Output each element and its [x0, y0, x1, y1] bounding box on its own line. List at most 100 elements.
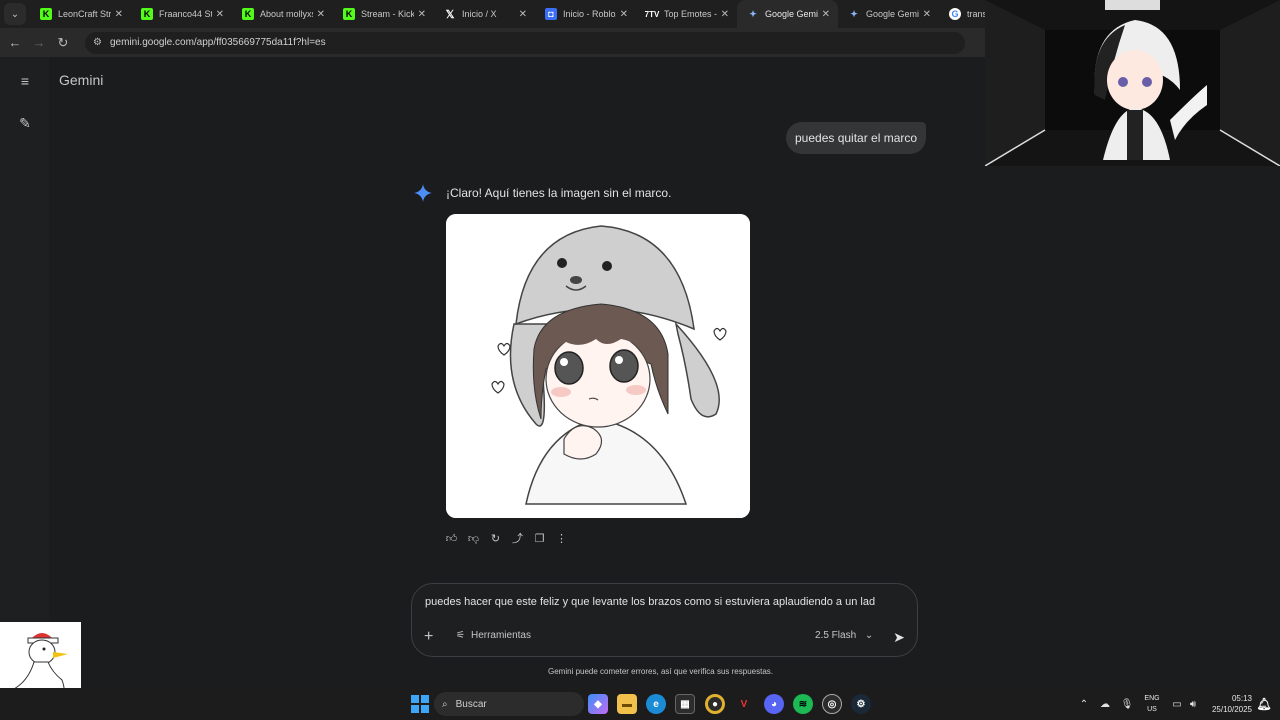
- file-explorer-icon[interactable]: ▬: [617, 694, 637, 714]
- tab-3[interactable]: K Stream - Kick D ✕: [333, 0, 434, 28]
- steam-icon[interactable]: ⚙: [851, 694, 871, 714]
- thumbs-down-icon[interactable]: 👎︎: [467, 532, 480, 546]
- tab-title: Top Emotes - 7: [664, 9, 717, 19]
- tab-title: Inicio / X: [462, 9, 497, 19]
- app-brand[interactable]: Gemini: [59, 72, 103, 88]
- close-icon[interactable]: ✕: [216, 9, 224, 20]
- roblox-icon: ◘: [545, 8, 557, 20]
- network-icon: ▭: [1172, 698, 1182, 710]
- close-icon[interactable]: ✕: [115, 9, 123, 20]
- close-icon[interactable]: ✕: [923, 9, 931, 20]
- side-rail: ≡ ✎: [0, 57, 49, 623]
- tab-2[interactable]: K About mollyxs ✕: [232, 0, 333, 28]
- 7tv-icon: 7TV: [644, 9, 660, 19]
- clock-date: 25/10/2025: [1211, 705, 1252, 714]
- tab-5[interactable]: ◘ Inicio - Roblox ✕: [535, 0, 636, 28]
- tab-search-button[interactable]: ⌄: [4, 3, 26, 25]
- edge-icon[interactable]: e: [646, 694, 666, 714]
- quick-settings[interactable]: ▭ 🔊︎: [1170, 688, 1202, 720]
- anime-avatar-image: [985, 0, 1280, 166]
- close-icon[interactable]: ✕: [620, 9, 628, 20]
- tools-button[interactable]: ⚟ Herramientas: [456, 630, 531, 641]
- notification-bell-icon[interactable]: 🔔︎: [1254, 694, 1274, 714]
- tab-6[interactable]: 7TV Top Emotes - 7 ✕: [636, 0, 737, 28]
- tools-label: Herramientas: [470, 630, 531, 641]
- back-icon[interactable]: ←: [3, 35, 27, 50]
- tab-0[interactable]: K LeonCraft Stre ✕: [30, 0, 131, 28]
- tab-1[interactable]: K Fraanco44 Stre ✕: [131, 0, 232, 28]
- discord-icon[interactable]: ◕: [764, 694, 784, 714]
- lang-code: ENG: [1144, 695, 1160, 702]
- onedrive-icon[interactable]: ☁: [1092, 699, 1118, 710]
- system-tray: ⌃ ☁ 🎙︎: [1076, 688, 1136, 720]
- tab-title: About mollyxs: [260, 9, 313, 19]
- girl-seal-hat-illustration: [446, 214, 750, 518]
- send-icon: ➤: [893, 628, 905, 645]
- search-label: Buscar: [455, 698, 487, 710]
- close-icon[interactable]: ✕: [822, 9, 830, 20]
- tab-title: Google Gemini: [866, 9, 919, 19]
- app-v-icon[interactable]: V: [734, 694, 754, 714]
- screen: ⌄ K LeonCraft Stre ✕ K Fraanco44 Stre ✕ …: [0, 0, 1280, 720]
- obs-icon[interactable]: ◎: [822, 694, 842, 714]
- gemini-icon: ✦: [749, 8, 757, 19]
- search-icon: ⌕: [442, 698, 448, 710]
- model-label: 2.5 Flash: [815, 630, 857, 641]
- forward-icon[interactable]: →: [27, 35, 51, 50]
- tab-8[interactable]: ✦ Google Gemini ✕: [838, 0, 939, 28]
- kick-icon: K: [343, 8, 355, 20]
- send-button[interactable]: ➤: [886, 624, 912, 650]
- close-icon[interactable]: ✕: [519, 9, 527, 20]
- chevron-up-icon[interactable]: ⌃: [1076, 699, 1092, 710]
- tab-title: LeonCraft Stre: [58, 9, 111, 19]
- disclaimer: Gemini puede cometer errores, así que ve…: [548, 667, 773, 676]
- tab-7[interactable]: ✦ Google Gemini ✕: [737, 0, 838, 28]
- gemini-spark-icon: [414, 184, 432, 202]
- close-icon[interactable]: ✕: [418, 9, 426, 20]
- menu-icon[interactable]: ≡: [16, 73, 34, 91]
- windows-start-icon[interactable]: [410, 694, 430, 714]
- share-icon[interactable]: ⤴: [511, 532, 524, 546]
- clock-time: 05:13: [1231, 694, 1252, 703]
- new-chat-icon[interactable]: ✎: [16, 115, 34, 133]
- reply-actions: 👍︎ 👎︎ ↻ ⤴ ❐ ⋮: [445, 532, 568, 546]
- close-icon[interactable]: ✕: [721, 9, 729, 20]
- site-info-icon[interactable]: ⚙: [93, 37, 102, 48]
- close-icon[interactable]: ✕: [317, 9, 325, 20]
- copilot-icon[interactable]: ◆: [588, 694, 608, 714]
- tab-title: Fraanco44 Stre: [159, 9, 212, 19]
- kick-icon: K: [40, 8, 52, 20]
- volume-icon: 🔊︎: [1189, 698, 1197, 710]
- spotify-icon[interactable]: ≋: [793, 694, 813, 714]
- x-icon: 𝕏: [445, 8, 455, 21]
- model-selector[interactable]: 2.5 Flash ⌄: [815, 630, 873, 641]
- clock[interactable]: 05:13 25/10/2025: [1206, 693, 1252, 715]
- tools-icon: ⚟: [456, 630, 465, 641]
- kick-icon: K: [141, 8, 153, 20]
- kick-icon: K: [242, 8, 254, 20]
- taskbar-search[interactable]: ⌕ Buscar: [434, 692, 584, 716]
- generated-image[interactable]: [446, 214, 750, 518]
- taskbar: ⌕ Buscar ◆ ▬ e ▦ ● V ◕ ≋ ◎ ⚙ ⌃ ☁ 🎙︎ ENG …: [0, 688, 1280, 720]
- reply-text: ¡Claro! Aquí tienes la imagen sin el mar…: [446, 186, 672, 200]
- chrome-icon[interactable]: ●: [705, 694, 725, 714]
- thumbs-up-icon[interactable]: 👍︎: [445, 532, 458, 546]
- copy-icon[interactable]: ❐: [533, 532, 546, 546]
- add-icon[interactable]: +: [424, 628, 433, 646]
- tab-title: Inicio - Roblox: [563, 9, 616, 19]
- tab-4[interactable]: 𝕏 Inicio / X ✕: [434, 0, 535, 28]
- url-field[interactable]: ⚙ gemini.google.com/app/ff035669775da11f…: [85, 31, 965, 54]
- prompt-composer: puedes hacer que este feliz y que levant…: [411, 583, 918, 657]
- prompt-input[interactable]: puedes hacer que este feliz y que levant…: [425, 596, 875, 608]
- redo-icon[interactable]: ↻: [489, 532, 502, 546]
- tab-title: Google Gemini: [765, 9, 818, 19]
- language-indicator[interactable]: ENG US: [1140, 693, 1164, 715]
- store-icon[interactable]: ▦: [675, 694, 695, 714]
- microphone-icon[interactable]: 🎙︎: [1118, 699, 1136, 710]
- google-icon: G: [949, 8, 961, 20]
- lang-region: US: [1147, 706, 1157, 713]
- webcam-overlay: [985, 0, 1280, 166]
- user-message: puedes quitar el marco: [786, 122, 927, 154]
- reload-icon[interactable]: ↻: [51, 35, 75, 51]
- more-vert-icon[interactable]: ⋮: [555, 532, 568, 546]
